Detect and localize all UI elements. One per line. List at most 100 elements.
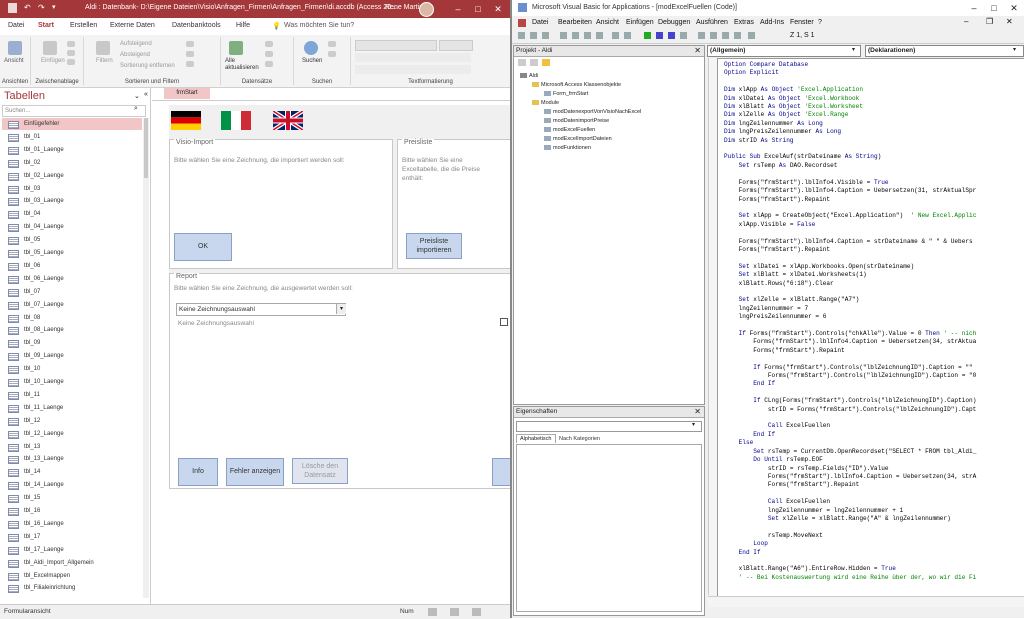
paste-icon[interactable] [584, 32, 591, 39]
nav-item[interactable]: tbl_12 [2, 415, 142, 427]
nav-item[interactable]: tbl_16 [2, 505, 142, 517]
nav-item[interactable]: tbl_05_Laenge [2, 247, 142, 259]
nav-item[interactable]: tbl_11 [2, 389, 142, 401]
tab-nach-kategorien[interactable]: Nach Kategorien [556, 435, 603, 443]
nav-item[interactable]: tbl_04 [2, 208, 142, 220]
code-editor[interactable]: Option Compare Database Option Explicit … [717, 58, 1024, 597]
nav-item[interactable]: tbl_17 [2, 531, 142, 543]
view-access-icon[interactable] [518, 32, 525, 39]
nav-item[interactable]: tbl_14 [2, 466, 142, 478]
nav-item[interactable]: tbl_13 [2, 441, 142, 453]
project-close-icon[interactable]: ✕ [694, 46, 701, 55]
tab-datenbanktools[interactable]: Datenbanktools [172, 22, 221, 29]
paste-icon[interactable] [43, 41, 57, 55]
nav-item[interactable]: tbl_03 [2, 183, 142, 195]
find-icon[interactable] [596, 32, 603, 39]
nav-item[interactable]: Einfügefehler [2, 118, 142, 130]
tab-datei[interactable]: Datei [8, 22, 24, 29]
save-icon[interactable] [8, 3, 17, 13]
ok-button[interactable]: OK [174, 233, 232, 261]
nav-item[interactable]: tbl_08 [2, 312, 142, 324]
nav-item[interactable]: tbl_01_Laenge [2, 144, 142, 156]
tree-module-3[interactable]: modExcelFuellen [544, 127, 595, 133]
delete-record-icon[interactable] [265, 61, 273, 67]
nav-search-input[interactable]: Suchen... [2, 105, 146, 117]
tree-module-2[interactable]: modDatenimportPreise [544, 118, 609, 124]
properties-close-icon[interactable]: ✕ [694, 407, 701, 416]
german-flag-icon[interactable] [171, 111, 201, 130]
font-name-combo[interactable] [355, 40, 437, 51]
vba-minimize-icon[interactable]: – [964, 1, 984, 15]
break-icon[interactable] [656, 32, 663, 39]
access-icon[interactable] [518, 19, 526, 27]
goto-icon[interactable] [328, 51, 336, 57]
new-record-icon[interactable] [265, 41, 273, 47]
maximize-icon[interactable]: □ [468, 2, 488, 16]
design-view-icon[interactable] [472, 608, 481, 616]
copy-icon[interactable] [572, 32, 579, 39]
project-explorer-icon[interactable] [698, 32, 705, 39]
sort-asc-button[interactable]: Aufsteigend [120, 41, 152, 47]
toggle-folders-icon[interactable] [542, 59, 550, 66]
delete-record-button[interactable]: Lösche den Datensatz [292, 458, 348, 484]
ansicht-button[interactable]: Ansicht [4, 58, 24, 64]
nav-item[interactable]: tbl_09 [2, 337, 142, 349]
selection-icon[interactable] [186, 41, 194, 47]
menu-fenster[interactable]: Fenster [790, 19, 814, 26]
nav-title[interactable]: Tabellen [4, 90, 45, 102]
tab-hilfe[interactable]: Hilfe [236, 22, 250, 29]
menu-ausfuehren[interactable]: Ausführen [696, 19, 728, 26]
procedure-select[interactable]: (Deklarationen) [865, 45, 1024, 57]
nav-item[interactable]: tbl_04_Laenge [2, 221, 142, 233]
tab-frmstart[interactable]: frmStart [164, 88, 210, 99]
nav-item[interactable]: tbl_16_Laenge [2, 518, 142, 530]
replace-icon[interactable] [328, 41, 336, 47]
menu-addins[interactable]: Add-Ins [760, 19, 784, 26]
nav-item[interactable]: tbl_05 [2, 234, 142, 246]
sort-desc-button[interactable]: Absteigend [120, 52, 150, 58]
menu-datei[interactable]: Datei [532, 19, 548, 26]
undo-icon[interactable] [612, 32, 619, 39]
einfuegen-button[interactable]: Einfügen [41, 58, 65, 64]
nav-item[interactable]: tbl_10_Laenge [2, 376, 142, 388]
nav-item[interactable]: tbl_10 [2, 363, 142, 375]
refresh-all-button[interactable]: Alle aktualisieren [225, 58, 259, 72]
vba-close-icon[interactable]: ✕ [1004, 1, 1024, 15]
nav-item[interactable]: tbl_Excelmappen [2, 570, 142, 582]
object-select[interactable]: (Allgemein) [707, 45, 861, 57]
nav-item[interactable]: tbl_11_Laenge [2, 402, 142, 414]
chevron-down-icon[interactable]: ▾ [852, 46, 855, 53]
code-hscrollbar[interactable] [708, 596, 1024, 607]
redo-icon[interactable]: ↷ [38, 3, 45, 12]
advanced-icon[interactable] [186, 51, 194, 57]
drawing-select[interactable]: Keine Zeichnungsauswahl [176, 303, 346, 316]
tab-start[interactable]: Start [38, 22, 54, 29]
reset-icon[interactable] [668, 32, 675, 39]
nav-scroll-thumb[interactable] [144, 118, 148, 178]
menu-ansicht[interactable]: Ansicht [596, 19, 619, 26]
menu-einfuegen[interactable]: Einfügen [626, 19, 654, 26]
save-icon[interactable] [542, 32, 549, 39]
avatar[interactable] [419, 2, 434, 17]
font-size-combo[interactable] [439, 40, 473, 51]
chevron-down-icon[interactable]: ▾ [692, 421, 695, 428]
properties-object-select[interactable] [516, 421, 702, 432]
format-painter-icon[interactable] [67, 59, 75, 65]
sort-remove-button[interactable]: Sortierung entfernen [120, 63, 175, 69]
view-object-icon[interactable] [530, 59, 538, 66]
menu-debuggen[interactable]: Debuggen [658, 19, 690, 26]
code-minimize-icon[interactable]: – [964, 17, 968, 26]
nav-item[interactable]: tbl_02 [2, 157, 142, 169]
nav-item[interactable]: tbl_Filialeinrichtung [2, 582, 142, 594]
tree-module-5[interactable]: modFunktionen [544, 145, 591, 151]
suchen-button[interactable]: Suchen [302, 58, 322, 64]
nav-item[interactable]: tbl_06 [2, 260, 142, 272]
run-icon[interactable] [644, 32, 651, 39]
nav-item[interactable]: tbl_03_Laenge [2, 195, 142, 207]
uk-flag-icon[interactable] [273, 111, 303, 130]
object-browser-icon[interactable] [722, 32, 729, 39]
nav-item[interactable]: tbl_12_Laenge [2, 428, 142, 440]
search-icon[interactable]: ⌕ [134, 105, 138, 113]
form-view-icon[interactable] [428, 608, 437, 616]
tree-root[interactable]: Aldi [520, 73, 538, 79]
